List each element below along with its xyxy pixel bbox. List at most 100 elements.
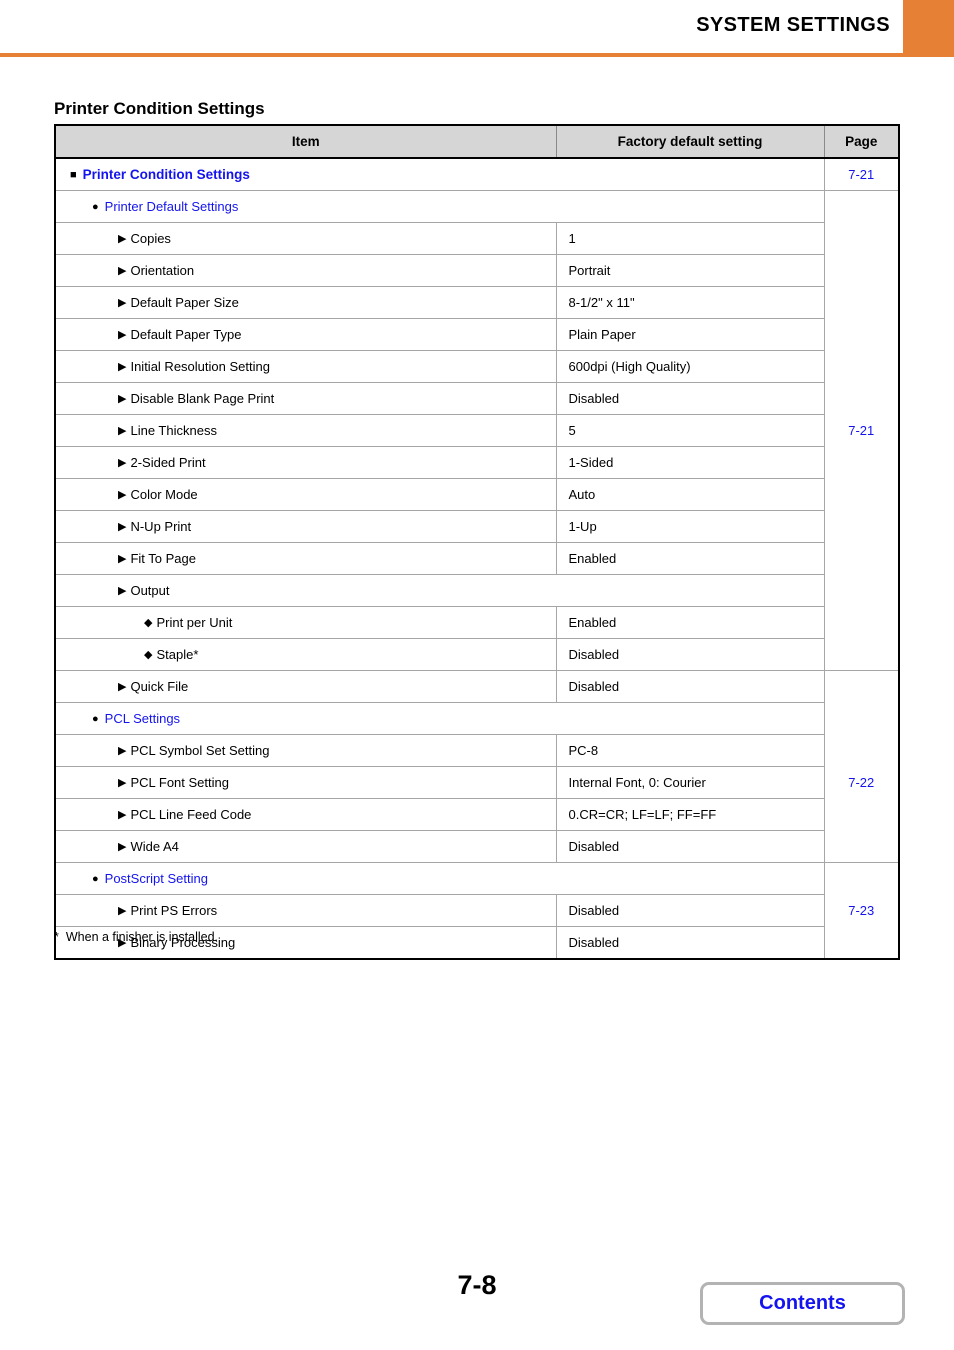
table-cell-factory-default: PC-8 [556, 734, 825, 767]
item-label-wrapper: ● Printer Default Settings [56, 199, 238, 214]
table-cell-factory-default: 600dpi (High Quality) [556, 350, 825, 383]
table-cell-factory-default: Disabled [556, 894, 825, 927]
item-label-wrapper: ▶ Color Mode [56, 487, 198, 502]
table-row: ■ Printer Condition Settings 7-21 [55, 158, 899, 191]
table-cell-item: ▶ Default Paper Size [55, 286, 557, 319]
table-cell-item: ▶ Output [55, 574, 825, 607]
triangle-bullet-icon: ▶ [118, 809, 127, 821]
table-cell-item: ▶ Quick File [55, 670, 557, 703]
item-label: Quick File [130, 679, 189, 694]
triangle-bullet-icon: ▶ [118, 745, 127, 757]
table-row: ▶ PCL Font Setting Internal Font, 0: Couri… [55, 766, 899, 799]
item-label-wrapper: ▶ Wide A4 [56, 839, 179, 854]
item-label: 2-Sided Print [130, 455, 206, 470]
triangle-bullet-icon: ▶ [118, 521, 127, 533]
item-label: N-Up Print [130, 519, 192, 534]
page-reference-link[interactable]: 7-21 [824, 158, 899, 191]
table-cell-factory-default: Disabled [556, 926, 825, 959]
triangle-bullet-icon: ▶ [118, 297, 127, 309]
item-label-wrapper: ▶ Default Paper Type [56, 327, 242, 342]
table-row: ▶ Wide A4 Disabled [55, 830, 899, 863]
table-cell-item: ● Printer Default Settings [55, 190, 825, 223]
item-label: Print per Unit [156, 615, 233, 630]
table-row: ◆ Print per Unit Enabled [55, 606, 899, 639]
table-row: ▶ Print PS Errors Disabled [55, 894, 899, 927]
triangle-bullet-icon: ▶ [118, 841, 127, 853]
triangle-bullet-icon: ▶ [118, 681, 127, 693]
table-cell-factory-default: Enabled [556, 542, 825, 575]
table-header-row: Item Factory default setting Page [55, 125, 899, 159]
table-row: ▶ Quick File Disabled [55, 670, 899, 703]
page-reference-link[interactable]: 7-22 [824, 702, 899, 863]
page-reference-link[interactable]: 7-23 [824, 862, 899, 960]
table-row: ▶ Initial Resolution Setting 600dpi (High … [55, 350, 899, 383]
item-label-wrapper: ▶ Disable Blank Page Print [56, 391, 274, 406]
column-header-page: Page [824, 125, 899, 159]
column-header-factory-default: Factory default setting [556, 125, 825, 159]
table-cell-item: ▶ Initial Resolution Setting [55, 350, 557, 383]
triangle-bullet-icon: ▶ [118, 425, 127, 437]
item-label: Disable Blank Page Print [130, 391, 275, 406]
table-row: ▶ Default Paper Size 8-1/2" x 11" [55, 286, 899, 319]
item-label: Staple* [156, 647, 199, 662]
table-row: ▶ Disable Blank Page Print Disabled [55, 382, 899, 415]
item-label[interactable]: PCL Settings [105, 711, 180, 726]
triangle-bullet-icon: ▶ [118, 905, 127, 917]
table-row: ▶ 2-Sided Print 1-Sided [55, 446, 899, 479]
table-cell-factory-default: Portrait [556, 254, 825, 287]
table-cell-factory-default: 1-Sided [556, 446, 825, 479]
footnote-text: When a finisher is installed. [65, 930, 219, 944]
table-cell-item: ▶ Print PS Errors [55, 894, 557, 927]
table-cell-item: ▶ Wide A4 [55, 830, 557, 863]
table-cell-factory-default: 0.CR=CR; LF=LF; FF=FF [556, 798, 825, 831]
table-cell-factory-default: Disabled [556, 830, 825, 863]
table-cell-factory-default: Disabled [556, 382, 825, 415]
circle-bullet-icon: ● [92, 713, 99, 725]
diamond-bullet-icon: ◆ [144, 617, 153, 629]
diamond-bullet-icon: ◆ [144, 649, 153, 661]
item-label: Default Paper Type [130, 327, 242, 342]
item-label-wrapper: ◆ Print per Unit [56, 615, 232, 630]
item-label[interactable]: PostScript Setting [105, 871, 208, 886]
table-cell-factory-default: 1 [556, 222, 825, 255]
item-label-wrapper: ▶ Copies [56, 231, 171, 246]
table-cell-factory-default: Disabled [556, 670, 825, 703]
triangle-bullet-icon: ▶ [118, 457, 127, 469]
table-row: ▶ Copies 1 [55, 222, 899, 255]
table-cell-item: ■ Printer Condition Settings [55, 158, 825, 191]
table-row: ● PCL Settings 7-22 [55, 702, 899, 863]
table-cell-factory-default: Internal Font, 0: Courier [556, 766, 825, 799]
item-label[interactable]: Printer Condition Settings [83, 167, 250, 182]
header-accent-block [903, 0, 954, 53]
table-row: ▶ Color Mode Auto [55, 478, 899, 511]
item-label-wrapper: ▶ 2-Sided Print [56, 455, 206, 470]
footnote: * When a finisher is installed. [54, 930, 218, 944]
page-header: SYSTEM SETTINGS [0, 0, 954, 57]
table-cell-item: ▶ Line Thickness [55, 414, 557, 447]
item-label: Orientation [130, 263, 195, 278]
item-label: Default Paper Size [130, 295, 239, 310]
item-label-wrapper: ▶ N-Up Print [56, 519, 191, 534]
table-row: ◆ Staple* Disabled [55, 638, 899, 671]
table-cell-item: ▶ N-Up Print [55, 510, 557, 543]
contents-button[interactable]: Contents [700, 1282, 905, 1325]
table-header: Item Factory default setting Page [55, 125, 899, 159]
footnote-marker: * [54, 930, 59, 944]
table-row: ▶ Output [55, 574, 899, 607]
page-reference-link[interactable]: 7-21 [824, 190, 899, 671]
triangle-bullet-icon: ▶ [118, 585, 127, 597]
item-label: Fit To Page [130, 551, 196, 566]
table-row: ▶ N-Up Print 1-Up [55, 510, 899, 543]
item-label-wrapper: ▶ Output [56, 583, 170, 598]
table-body: ■ Printer Condition Settings 7-21 ● Printer … [55, 158, 899, 960]
table-row: ● PostScript Setting 7-23 [55, 862, 899, 960]
item-label[interactable]: Printer Default Settings [105, 199, 239, 214]
item-label-wrapper: ▶ Quick File [56, 679, 188, 694]
triangle-bullet-icon: ▶ [118, 553, 127, 565]
table-cell-item: ▶ Copies [55, 222, 557, 255]
table-row: ▶ Fit To Page Enabled [55, 542, 899, 575]
item-label: Print PS Errors [130, 903, 218, 918]
triangle-bullet-icon: ▶ [118, 265, 127, 277]
item-label: PCL Symbol Set Setting [130, 743, 270, 758]
triangle-bullet-icon: ▶ [118, 393, 127, 405]
